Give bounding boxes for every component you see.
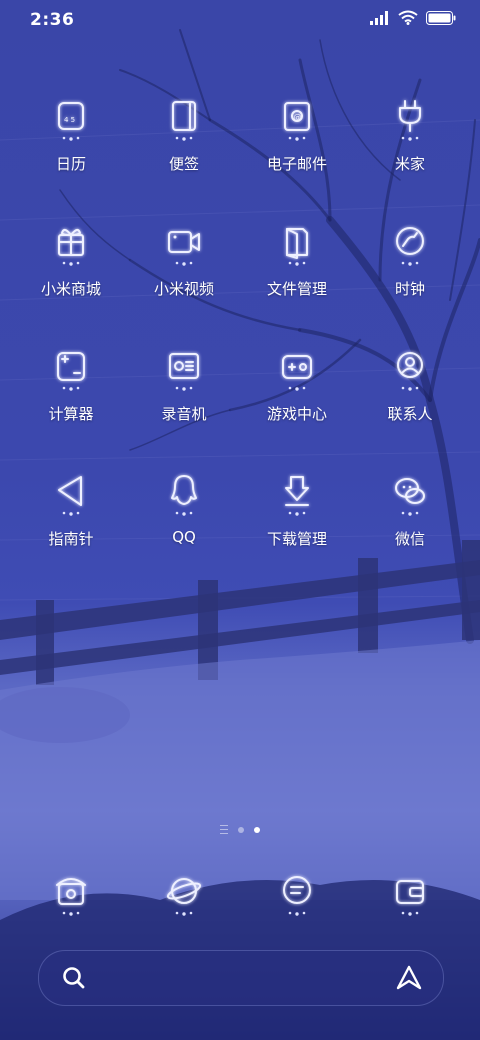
dock-browser[interactable] — [128, 870, 240, 918]
qq-icon — [171, 475, 197, 516]
dock-messages[interactable] — [241, 870, 353, 918]
app-clock[interactable]: 时钟 — [354, 220, 466, 299]
folder-icon — [286, 228, 308, 266]
wallet-icon — [396, 880, 424, 916]
app-label: 小米商城 — [40, 280, 101, 298]
app-label: 时钟 — [394, 280, 425, 298]
calculator-icon — [57, 352, 85, 391]
search-bar[interactable] — [38, 950, 444, 1006]
phone-icon — [56, 878, 86, 916]
app-label: 日历 — [55, 155, 86, 173]
dock-wallet[interactable] — [354, 870, 466, 918]
email-icon: @ — [284, 102, 310, 141]
app-label: 指南针 — [48, 530, 94, 548]
app-label: 联系人 — [387, 405, 433, 423]
app-compass[interactable]: 指南针 — [15, 470, 127, 549]
app-notes[interactable]: 便签 — [128, 95, 240, 174]
app-email[interactable]: @ 电子邮件 — [241, 95, 353, 174]
app-video[interactable]: 小米视频 — [128, 220, 240, 299]
page-dot-list[interactable] — [220, 825, 228, 834]
app-qq[interactable]: QQ — [128, 470, 240, 546]
page-dot-active[interactable] — [254, 826, 260, 833]
gift-icon — [58, 229, 84, 266]
app-gamepad[interactable]: 游戏中心 — [241, 345, 353, 424]
wifi-icon — [398, 10, 418, 25]
recorder-icon — [169, 353, 199, 391]
app-download[interactable]: 下载管理 — [241, 470, 353, 549]
app-wechat[interactable]: 微信 — [354, 470, 466, 549]
app-contacts[interactable]: 联系人 — [354, 345, 466, 424]
search-icon[interactable] — [61, 965, 87, 991]
app-label: 便签 — [168, 155, 199, 173]
status-bar: 2:36 — [0, 0, 480, 40]
app-label: 小米视频 — [153, 280, 214, 298]
app-label: QQ — [172, 528, 196, 546]
app-folder[interactable]: 文件管理 — [241, 220, 353, 299]
notes-icon — [172, 101, 196, 141]
gamepad-icon — [282, 355, 312, 391]
compass-icon — [58, 476, 82, 516]
messages-icon — [283, 876, 311, 916]
app-label: 微信 — [394, 530, 425, 548]
app-label: 米家 — [394, 155, 425, 173]
battery-icon — [426, 10, 456, 25]
download-icon — [285, 476, 309, 516]
assistant-icon[interactable] — [395, 964, 423, 992]
video-icon — [168, 231, 200, 266]
page-indicator[interactable] — [0, 825, 480, 834]
calendar-icon: 4 5 — [58, 102, 84, 141]
app-label: 录音机 — [161, 405, 207, 423]
signal-icon — [370, 10, 388, 25]
app-plug[interactable]: 米家 — [354, 95, 466, 174]
app-label: 下载管理 — [266, 530, 327, 548]
status-time: 2:36 — [30, 10, 75, 30]
clock-icon — [396, 227, 424, 266]
app-recorder[interactable]: 录音机 — [128, 345, 240, 424]
app-calendar[interactable]: 4 5 日历 — [15, 95, 127, 174]
svg-text:@: @ — [294, 113, 302, 122]
plug-icon — [399, 100, 421, 141]
page-dot[interactable] — [238, 826, 244, 833]
app-label: 文件管理 — [266, 280, 327, 298]
svg-text:4 5: 4 5 — [64, 116, 75, 124]
contacts-icon — [397, 352, 423, 391]
dock-phone[interactable] — [15, 870, 127, 918]
app-label: 电子邮件 — [266, 155, 327, 173]
browser-icon — [166, 878, 202, 916]
app-label: 计算器 — [48, 405, 94, 423]
app-calculator[interactable]: 计算器 — [15, 345, 127, 424]
app-label: 游戏中心 — [266, 405, 327, 423]
app-gift[interactable]: 小米商城 — [15, 220, 127, 299]
wechat-icon — [395, 478, 425, 516]
